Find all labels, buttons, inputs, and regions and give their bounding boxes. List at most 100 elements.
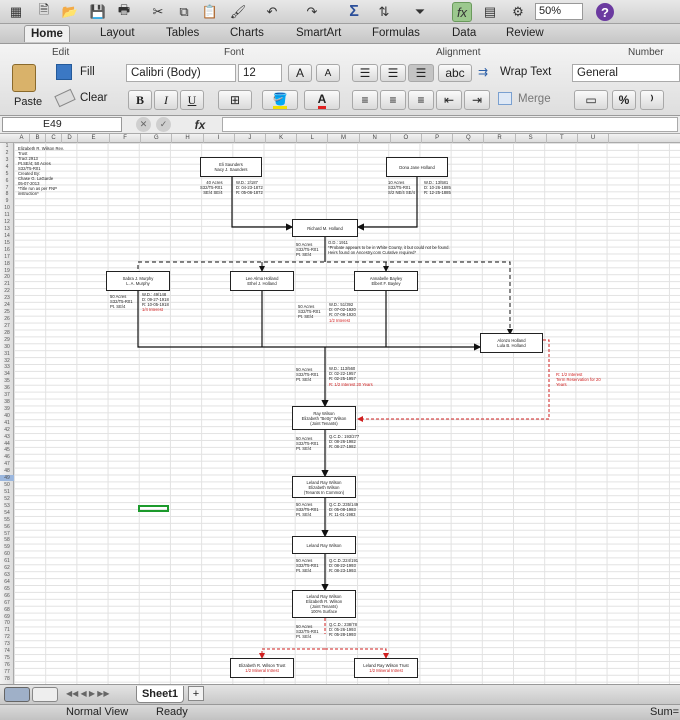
fill-label: Fill [80, 66, 95, 78]
number-format-select[interactable]: General [572, 64, 680, 82]
leland2-deed: Q.C.D.:224/191 D: 08-22-1993 R: 08-23-19… [329, 558, 359, 573]
font-color-label: A [317, 92, 327, 109]
red-split-right [325, 648, 389, 659]
align-bottom-button[interactable]: ☰ [408, 64, 434, 82]
open-icon[interactable]: 📂 [60, 2, 80, 22]
font-name-select[interactable]: Calibri (Body) [126, 64, 236, 82]
saunders-deed: W.D.: 2/187 D: 04-23-1872 R: 05-06-1872 [236, 180, 263, 195]
box-richard[interactable]: Richard M. Holland [292, 219, 358, 237]
align-middle-button[interactable]: ☰ [380, 64, 406, 82]
help-icon[interactable]: ? [596, 3, 614, 21]
increase-indent-button[interactable]: ⇥ [464, 90, 490, 110]
new-icon[interactable]: 🗎 [34, 2, 54, 22]
sheet-nav-arrows[interactable]: ◀◀ ◀ ▶ ▶▶ [66, 689, 110, 698]
redo-icon[interactable]: ↷ [302, 2, 322, 22]
align-left-button[interactable]: ≡ [352, 90, 378, 110]
box-line: L. A. Murphy [126, 281, 150, 286]
active-cell-selection[interactable] [138, 505, 169, 512]
comma-button[interactable]: ⁾ [640, 90, 664, 110]
fill-color-button[interactable]: 🪣 [262, 90, 298, 110]
shrink-font-button[interactable]: A [316, 64, 340, 82]
tab-review[interactable]: Review [506, 27, 544, 39]
box-line: Dona Jane Holland [399, 164, 435, 170]
box-leland-only[interactable]: Leland Ray Wilson [292, 536, 356, 554]
box-leland-trust[interactable]: Leland Ray Wilson Trust 1/2 Mineral Intre… [354, 658, 418, 678]
merge-icon [498, 92, 512, 105]
zoom-select[interactable]: 50% [535, 3, 583, 20]
box-ray[interactable]: Ray Wilson Elizabeth "Betty" Wilson (Joint… [292, 406, 356, 430]
cut-icon[interactable]: ✂ [148, 2, 168, 22]
page-layout-view-icon[interactable] [32, 687, 58, 702]
save-icon[interactable]: 💾 [88, 2, 108, 22]
grid-icon[interactable]: ▦ [6, 2, 26, 22]
sort-icon[interactable]: ⇅ [374, 2, 394, 22]
indent-icon: ⇥ [471, 93, 483, 107]
align-center-icon: ≡ [389, 93, 397, 107]
borders-button[interactable]: ⊞ [218, 90, 252, 110]
align-right-button[interactable]: ≡ [408, 90, 434, 110]
clear-button[interactable]: Clear [54, 88, 116, 108]
tab-smartart[interactable]: SmartArt [296, 27, 341, 39]
italic-button[interactable]: I [154, 90, 178, 110]
gallery-icon[interactable]: ▤ [480, 2, 500, 22]
fill-button[interactable]: Fill [56, 64, 112, 82]
paste-button[interactable]: Paste [8, 62, 48, 112]
sheet-tab-sheet1[interactable]: Sheet1 [136, 686, 184, 703]
box-line: 1/2 Mineral Intrest [369, 668, 403, 673]
box-trust[interactable]: Elizabeth R. Wilson Trust 1/2 Mineral Int… [230, 658, 294, 678]
box-line: 1/2 Mineral Intrest [245, 668, 279, 673]
wrap-text-button[interactable]: ⇉ Wrap Text [478, 64, 564, 82]
box-line: (Joint Tenants) [310, 420, 338, 426]
cancel-icon[interactable]: ✕ [136, 117, 151, 132]
tab-home[interactable]: Home [24, 25, 70, 42]
box-leland-joint[interactable]: Leland Ray Wilson Elizabeth R. Wilson (Joi… [292, 590, 356, 618]
align-left-icon: ≡ [361, 93, 369, 107]
add-sheet-button[interactable]: + [188, 686, 204, 701]
toolbox-icon[interactable]: ⚙ [508, 2, 528, 22]
ray-deed: Q.C.D.: 193/277 D: 08-26-1982 R: 08-27-1… [329, 434, 360, 449]
tab-data[interactable]: Data [452, 27, 476, 39]
align-center-button[interactable]: ≡ [380, 90, 406, 110]
formula-input[interactable] [222, 117, 678, 132]
leland1-deed: Q.C.D.:235/149 D: 05-08-1983 R: 11-01-19… [329, 502, 359, 517]
filter-icon[interactable]: ⏷ [410, 2, 430, 22]
box-sabra[interactable]: Sabra J. Murphy L. A. Murphy [106, 271, 170, 291]
font-color-button[interactable]: A [304, 90, 340, 110]
tab-layout[interactable]: Layout [100, 27, 135, 39]
autosum-icon[interactable]: Σ [344, 2, 364, 22]
print-icon[interactable]: 🖶 [114, 2, 134, 22]
paste-icon[interactable]: 📋 [200, 2, 220, 22]
box-saunders[interactable]: Eli Saunders Nacy J. Saunders [200, 157, 262, 177]
leland2-acreage: 50 Acres S32/T5-R01 Pt. SE/4 [296, 558, 319, 573]
font-size-select[interactable]: 12 [238, 64, 282, 82]
tab-charts[interactable]: Charts [230, 27, 264, 39]
currency-button[interactable]: ▭ [574, 90, 608, 110]
sum-status: Sum= [650, 706, 680, 718]
percent-button[interactable]: % [612, 90, 636, 110]
align-right-icon: ≡ [417, 93, 425, 107]
box-dona[interactable]: Dona Jane Holland [386, 157, 448, 177]
decrease-indent-button[interactable]: ⇤ [436, 90, 462, 110]
bold-button[interactable]: B [128, 90, 152, 110]
grow-font-button[interactable]: A [288, 64, 312, 82]
tab-tables[interactable]: Tables [166, 27, 199, 39]
box-line: Richard M. Holland [307, 225, 343, 231]
tab-formulas[interactable]: Formulas [372, 27, 420, 39]
normal-view-icon[interactable] [4, 687, 30, 702]
merge-button[interactable]: Merge [498, 90, 564, 110]
undo-icon[interactable]: ↶ [262, 2, 282, 22]
orientation-button[interactable]: abc [438, 64, 472, 82]
format-painter-icon[interactable]: 🖌 [228, 2, 248, 22]
name-box[interactable]: E49 [2, 117, 122, 132]
function-icon[interactable]: fx [452, 2, 472, 22]
box-lee[interactable]: Lee Alma Holland Ethel J. Holland [230, 271, 294, 291]
insert-function-button[interactable]: fx [180, 117, 220, 132]
align-top-button[interactable]: ☰ [352, 64, 378, 82]
copy-icon[interactable]: ⧉ [174, 2, 194, 22]
confirm-icon[interactable]: ✓ [156, 117, 171, 132]
box-annabelle[interactable]: Annabelle Bayley Elbert F. Bayley [354, 271, 418, 291]
underline-button[interactable]: U [180, 90, 204, 110]
box-alonzo[interactable]: Alonzo Holland Lula B. Holland [480, 333, 543, 353]
box-leland-elizabeth[interactable]: Leland Ray Wilson Elizabeth Wilson (Tenant… [292, 476, 356, 498]
paste-label: Paste [14, 96, 43, 108]
